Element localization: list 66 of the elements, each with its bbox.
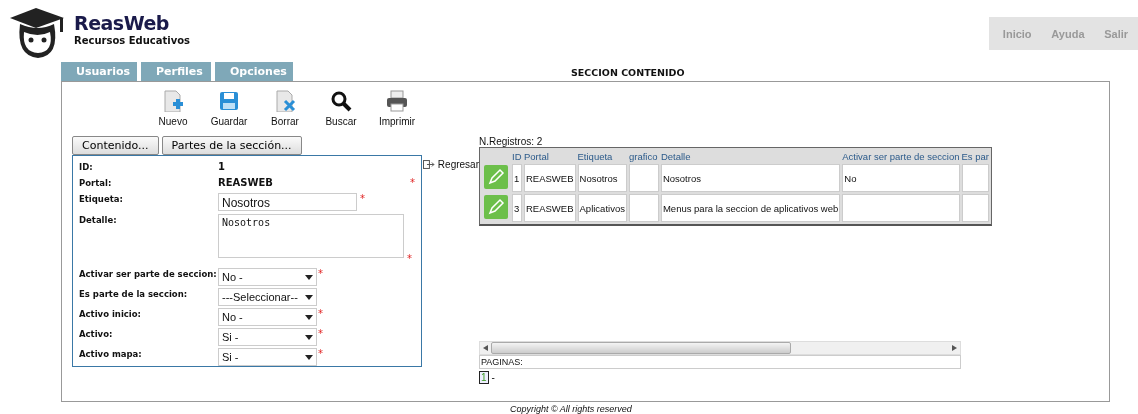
required-mark: * (318, 268, 323, 279)
section-button[interactable]: Contenido... (72, 136, 159, 155)
scroll-left-icon[interactable] (483, 345, 488, 351)
horizontal-scrollbar[interactable] (479, 341, 961, 355)
search-icon (330, 90, 352, 112)
toolbar-button[interactable]: Buscar (313, 90, 369, 129)
copyright-text: Copyright © All rights reserved (510, 404, 633, 414)
edit-icon[interactable] (484, 195, 508, 219)
table-cell: Nosotros (579, 172, 618, 184)
printer-icon (386, 90, 408, 112)
caret-icon (305, 274, 313, 280)
edit-icon[interactable] (484, 165, 508, 189)
field-label: Activar ser parte de seccion: (79, 268, 218, 281)
field-value: 1 (218, 161, 225, 172)
field-value: REASWEB (218, 177, 273, 188)
field-label: Detalle: (79, 214, 118, 227)
scroll-right-icon[interactable] (952, 345, 957, 351)
required-mark: * (318, 328, 323, 339)
dropdown[interactable]: No - (218, 268, 317, 286)
field-label: Etiqueta: (79, 193, 124, 206)
toolbar-button[interactable]: Guardar (201, 90, 257, 129)
table-cell: 3 (514, 202, 520, 214)
section-button[interactable]: Partes de la sección... (161, 136, 302, 155)
field-label: Activo inicio: (79, 308, 142, 321)
required-mark: * (318, 308, 323, 319)
page-title: SECCION CONTENIDO (571, 67, 685, 80)
caret-icon (305, 334, 313, 340)
table-cell: REASWEB (526, 202, 574, 214)
delete-document-icon (274, 90, 296, 112)
caret-icon (305, 314, 313, 320)
toolbar-button[interactable]: Nuevo (145, 90, 201, 129)
column-header[interactable]: grafico (628, 150, 659, 162)
required-mark: * (318, 348, 323, 359)
table-cell: No (844, 172, 857, 184)
caret-icon (305, 354, 313, 360)
new-document-icon (162, 90, 184, 112)
dropdown[interactable]: No - (218, 308, 317, 326)
field-label: Activo mapa: (79, 348, 143, 361)
required-mark: * (410, 177, 415, 188)
table-cell: Nosotros (662, 172, 701, 184)
column-header[interactable]: Activar ser parte de seccion (842, 150, 960, 162)
required-mark: * (360, 193, 365, 204)
caret-icon (305, 294, 313, 300)
dropdown[interactable]: Si - (218, 328, 317, 346)
back-link[interactable]: Regresar (423, 157, 479, 171)
page-separator: - (491, 372, 495, 383)
input-field[interactable]: Nosotros (218, 193, 357, 211)
table-cell: Aplicativos (579, 202, 625, 214)
table-cell: Menus para la seccion de aplicativos web (662, 202, 839, 214)
toolbar-button[interactable]: Borrar (257, 90, 313, 129)
table-cell: REASWEB (526, 172, 574, 184)
field-label: Activo: (79, 328, 114, 341)
table-cell: 1 (514, 172, 520, 184)
required-mark: * (407, 253, 412, 264)
exit-icon (423, 159, 435, 169)
brand-tagline: Recursos Educativos (74, 35, 191, 46)
field-label: Es parte de la seccion: (79, 288, 189, 301)
brand-name: ReasWeb (74, 12, 170, 34)
record-count: N.Registros: 2 (479, 136, 544, 147)
text-area[interactable]: Nosotros (218, 214, 404, 258)
dropdown[interactable]: Si - (218, 348, 317, 366)
field-label: ID: (79, 161, 94, 174)
pager-bar: PAGINAS: (479, 355, 961, 369)
toolbar-button[interactable]: Imprimir (369, 90, 425, 129)
field-label: Portal: (79, 177, 113, 190)
dropdown[interactable]: ---Seleccionar-- (218, 288, 317, 306)
